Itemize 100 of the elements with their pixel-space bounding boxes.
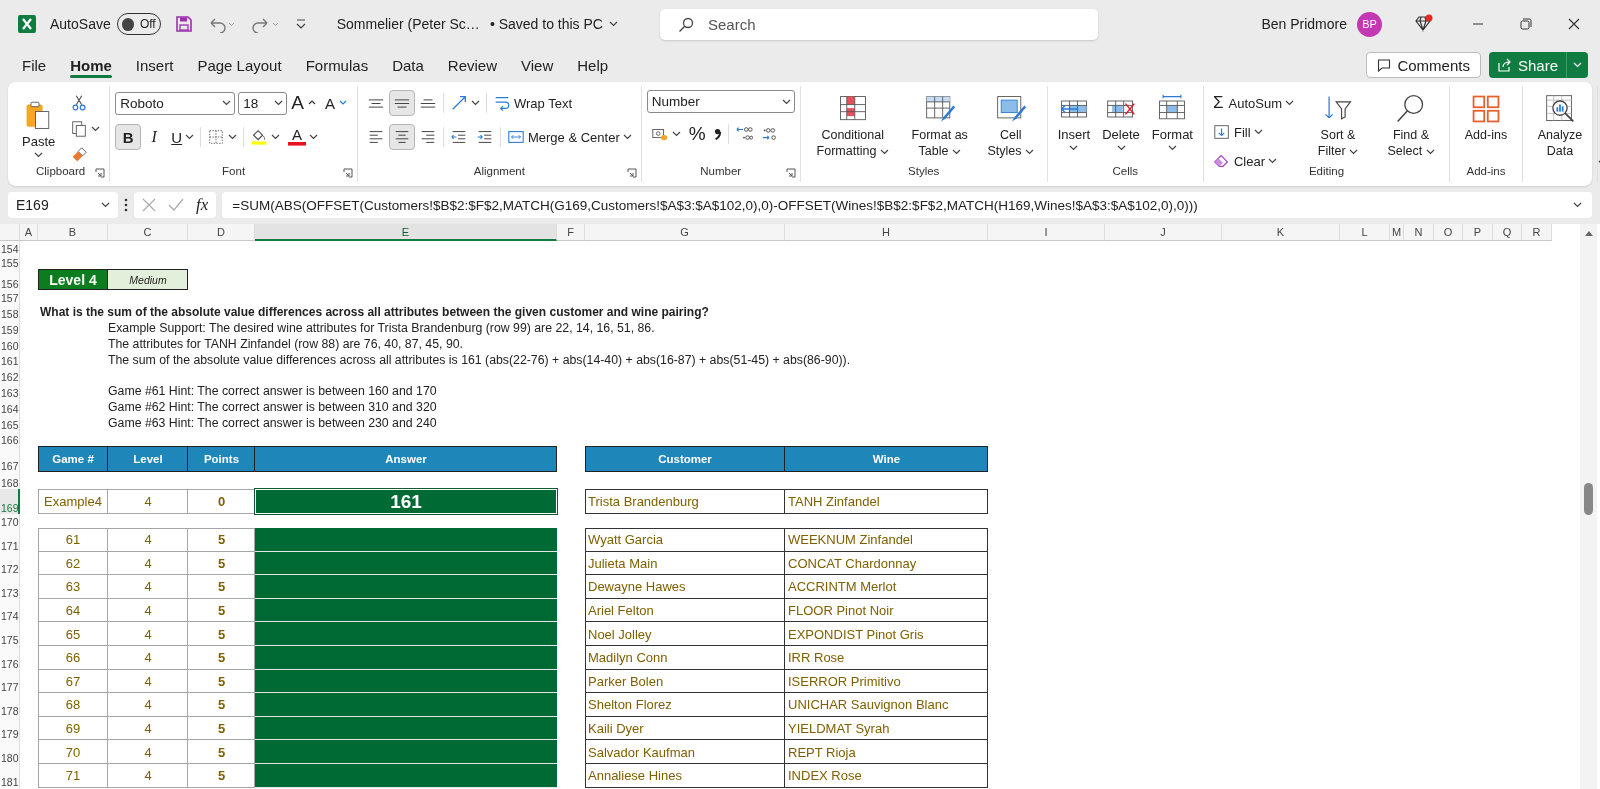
name-box[interactable]: E169 [8,192,118,218]
menu-tab[interactable]: Help [565,50,621,80]
dialog-launcher-icon[interactable] [785,168,796,178]
dialog-launcher-icon[interactable] [626,168,637,178]
row-header[interactable]: 160 [0,336,20,352]
dialog-launcher-icon[interactable] [95,168,106,178]
font-name-dropdown[interactable]: Roboto [115,91,236,115]
menu-tab[interactable]: Insert [123,50,186,80]
table-button[interactable]: Format as Table [901,90,978,162]
column-header[interactable]: B [38,224,108,241]
column-header[interactable]: A [20,224,38,241]
chevron-icon[interactable] [608,21,618,27]
row-header[interactable]: 158 [0,304,20,320]
conditional-button[interactable]: Conditional Formatting [805,90,900,162]
number-format-dropdown[interactable]: Number [646,90,795,113]
column-header[interactable]: L [1340,224,1390,241]
scrollbar[interactable] [1580,224,1597,789]
restore-icon[interactable] [1520,18,1532,30]
menu-tab[interactable]: View [509,50,566,80]
italic-button[interactable]: I [141,124,168,150]
share-button[interactable]: Share [1488,52,1588,78]
row-header[interactable]: 171 [0,528,20,552]
answer-cell[interactable] [255,763,557,788]
up-arrow-icon[interactable] [1583,230,1594,237]
column-header[interactable]: G [585,224,785,241]
answer-cell[interactable] [255,598,557,623]
answer-cell[interactable] [255,645,557,670]
answer-cell[interactable] [255,693,557,717]
user-name[interactable]: Ben Pridmore [1261,16,1347,32]
row-header[interactable]: 163 [0,383,20,399]
bold-button[interactable]: B [115,124,142,150]
addins-button[interactable]: Add-ins [1455,90,1517,146]
answer-cell[interactable] [255,716,557,741]
insert-function-button[interactable]: fx [196,195,209,215]
row-header[interactable]: 154 [0,241,20,255]
row-header[interactable]: 165 [0,415,20,431]
answer-cell[interactable] [255,669,557,694]
row-header[interactable]: 170 [0,514,20,528]
avatar[interactable]: BP [1357,11,1382,37]
answer-cell[interactable] [255,528,557,552]
check-icon[interactable] [168,198,184,212]
row-header[interactable]: 161 [0,352,20,367]
formula-field[interactable]: =SUM(ABS(OFFSET(Customers!$B$2:$F$2,MATCH(G169,Customers!$A$3:$A$102,0),0)-OFFSET(Wines!$B$2:$F$2,MATCH(H169,Wines!$A$3:$A$102,0),0))) [222,192,1592,218]
cell-styles-button[interactable]: Cell Styles [979,90,1042,162]
find-button[interactable]: Find & Select [1378,90,1444,162]
column-header[interactable]: P [1463,224,1493,241]
more-options-icon[interactable] [124,198,128,212]
search-field[interactable]: Search [659,8,1098,40]
align-center-button[interactable] [388,124,415,150]
row-header[interactable]: 180 [0,740,20,764]
analyze-button[interactable]: Analyze Data [1528,90,1592,162]
save-status[interactable]: • Saved to this PC [489,16,603,32]
column-header[interactable]: J [1105,224,1222,241]
row-header[interactable]: 175 [0,622,20,646]
grow-button[interactable]: A [287,90,321,116]
row-header[interactable]: 159 [0,320,20,336]
column-header[interactable]: C [108,224,188,241]
document-title[interactable]: Sommelier (Peter Sc… [336,16,480,32]
insert-button[interactable]: Insert [1052,90,1096,154]
menu-tab[interactable]: Data [380,50,436,80]
row-header[interactable]: 173 [0,575,20,599]
column-header[interactable]: M [1390,224,1404,241]
format-button[interactable]: Format [1146,90,1198,154]
answer-cell[interactable] [255,622,557,646]
autosum-button[interactable]: Σ AutoSum [1209,90,1298,116]
row-header[interactable]: 172 [0,551,20,576]
merge-button[interactable]: Merge & Center [502,124,636,150]
wrap-text-button[interactable]: Wrap Text [488,90,576,116]
column-header[interactable]: R [1522,224,1552,241]
column-header[interactable]: K [1222,224,1340,241]
row-header[interactable]: 178 [0,693,20,717]
row-header[interactable]: 174 [0,598,20,623]
menu-tab[interactable]: File [10,50,59,80]
save-icon[interactable] [174,15,193,33]
font-size-dropdown[interactable]: 18 [238,91,288,115]
font-color-button[interactable]: A [284,124,323,150]
row-header[interactable]: 169 [0,489,20,514]
row-header[interactable]: 166 [0,431,20,446]
row-header[interactable]: 177 [0,669,20,694]
shrink-button[interactable]: A [320,90,352,116]
menu-tab[interactable]: Formulas [293,50,381,80]
column-header[interactable]: N [1404,224,1434,241]
answer-cell[interactable] [255,551,557,576]
column-header[interactable]: O [1434,224,1463,241]
row-header[interactable]: 167 [0,446,20,472]
delete-button[interactable]: Delete [1097,90,1145,154]
row-header[interactable]: 156 [0,269,20,290]
column-header[interactable]: H [785,224,988,241]
align-middle-button[interactable] [388,90,415,116]
row-header[interactable]: 179 [0,716,20,741]
column-header[interactable]: E [255,224,557,241]
answer-cell[interactable]: 161 [255,489,557,514]
fill-button[interactable]: Fill [1209,119,1267,145]
percent-button[interactable]: % [684,121,710,147]
column-header[interactable]: Q [1493,224,1522,241]
column-header[interactable]: F [557,224,585,241]
row-header[interactable]: 157 [0,290,20,304]
menu-tab[interactable]: Page Layout [185,50,294,80]
chevron-icon[interactable] [1573,202,1582,208]
row-header[interactable]: 176 [0,645,20,670]
